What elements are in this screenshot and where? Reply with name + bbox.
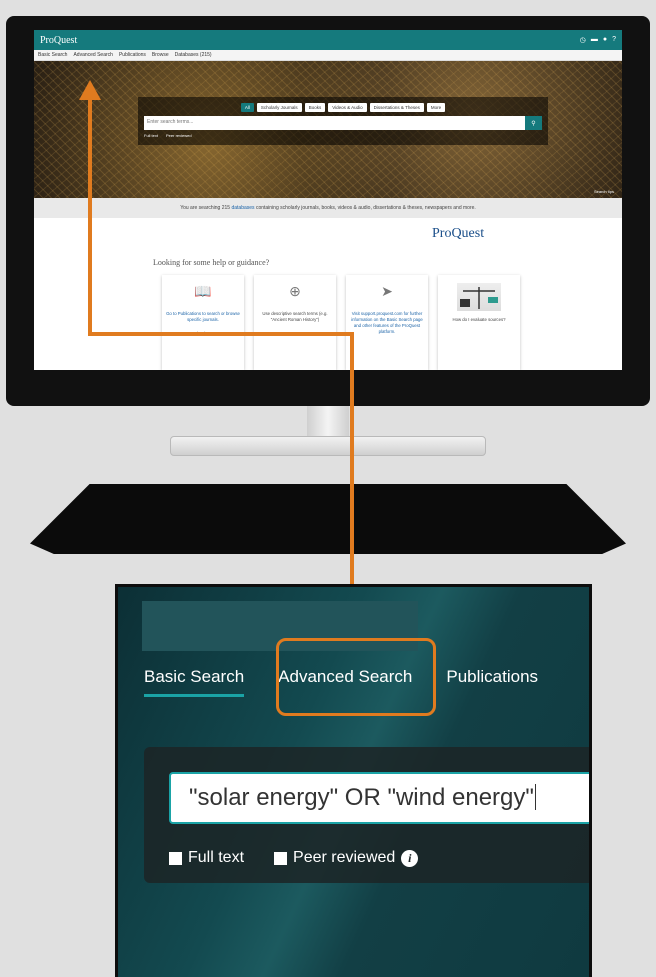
tab-scholarly-journals[interactable]: Scholarly Journals [256,103,302,112]
plus-circle-icon: ⊕ [289,283,301,299]
card-text: Use descriptive search terms (e.g. "Anci… [262,311,328,323]
peer-reviewed-label: Peer reviewed [293,849,396,866]
tab-all[interactable]: All [240,103,254,112]
card-text: Go to Publications to search or browse s… [166,311,240,323]
help-icon[interactable]: ? [612,36,616,44]
tab-books[interactable]: Books [304,103,326,112]
status-count: 215 [221,205,231,211]
user-icon[interactable]: ● [603,36,607,44]
checkbox-icon [169,851,182,865]
zoom-nav-basic-search[interactable]: Basic Search [144,667,245,697]
card-text: Visit support.proquest.com for further i… [351,311,423,335]
folder-icon[interactable]: ▬ [591,36,598,44]
search-tips-link[interactable]: Search tips [594,189,614,194]
search-button[interactable]: ⚲ [525,116,542,130]
search-icon: ⚲ [531,120,536,127]
full-text-checkbox[interactable]: Full text [144,133,158,138]
tab-dissertations[interactable]: Dissertations & Theses [369,103,424,112]
help-card-search-terms[interactable]: ⊕ Use descriptive search terms (e.g. "An… [254,275,336,370]
nav-advanced-search[interactable]: Advanced Search [73,52,112,58]
proquest-logo-large: ProQuest [432,226,485,241]
monitor-screen: ProQuest ◷ ▬ ● ? Basic Search Advanced S… [34,30,622,370]
zoom-peer-reviewed-checkbox[interactable]: Peer reviewed i [274,849,419,867]
history-icon[interactable]: ◷ [580,36,586,44]
zoom-search-input[interactable]: "solar energy" OR "wind energy" [169,772,589,824]
info-icon[interactable]: i [401,849,419,867]
nav-publications[interactable]: Publications [119,52,146,58]
search-query: "solar energy" OR "wind energy" [189,784,534,811]
monitor-stand-base [30,484,626,554]
status-suffix: containing scholarly journals, books, vi… [255,205,476,211]
databases-link[interactable]: databases [231,205,254,211]
help-title: Looking for some help or guidance? [153,258,270,267]
zoom-search-panel: "solar energy" OR "wind energy" Full tex… [144,747,589,883]
tab-more[interactable]: More [426,103,446,112]
monitor: ProQuest ◷ ▬ ● ? Basic Search Advanced S… [6,16,650,406]
status-prefix: You are searching [180,205,221,211]
signpost-icon: ➤ [381,283,393,299]
nav-basic-search[interactable]: Basic Search [38,52,67,58]
zoom-nav-publications[interactable]: Publications [446,667,538,697]
figure: { "monitor": { "app_title": "ProQuest", … [0,0,656,977]
search-input[interactable]: Enter search terms... [144,116,525,130]
tab-videos-audio[interactable]: Videos & Audio [328,103,367,112]
help-card-publications[interactable]: 📖 Go to Publications to search or browse… [162,275,244,370]
card-text: How do I evaluate sources? [452,317,506,322]
proquest-topbar: ProQuest ◷ ▬ ● ? [34,30,622,50]
monitor-stand-collar [170,436,486,456]
proquest-nav: Basic Search Advanced Search Publication… [34,50,622,61]
full-text-label: Full text [188,849,245,866]
peer-reviewed-checkbox[interactable]: Peer reviewed [166,133,192,138]
nav-browse[interactable]: Browse [152,52,169,58]
hero-banner: All Scholarly Journals Books Videos & Au… [34,61,622,198]
book-icon: 📖 [194,283,212,299]
card-sub: books [197,331,209,337]
help-card-support[interactable]: ➤ Visit support.proquest.com for further… [346,275,428,370]
help-card-evaluate[interactable]: How do I evaluate sources? [438,275,520,370]
text-caret [534,784,536,810]
zoom-full-text-checkbox[interactable]: Full text [169,849,244,867]
advanced-search-highlight [276,638,436,716]
nav-databases[interactable]: Databases (215) [175,52,212,58]
checkbox-icon [274,851,288,865]
search-panel: All Scholarly Journals Books Videos & Au… [138,97,548,145]
scales-icon [457,283,501,311]
database-status: You are searching 215 databases containi… [34,198,622,218]
proquest-logo[interactable]: ProQuest [40,35,77,46]
